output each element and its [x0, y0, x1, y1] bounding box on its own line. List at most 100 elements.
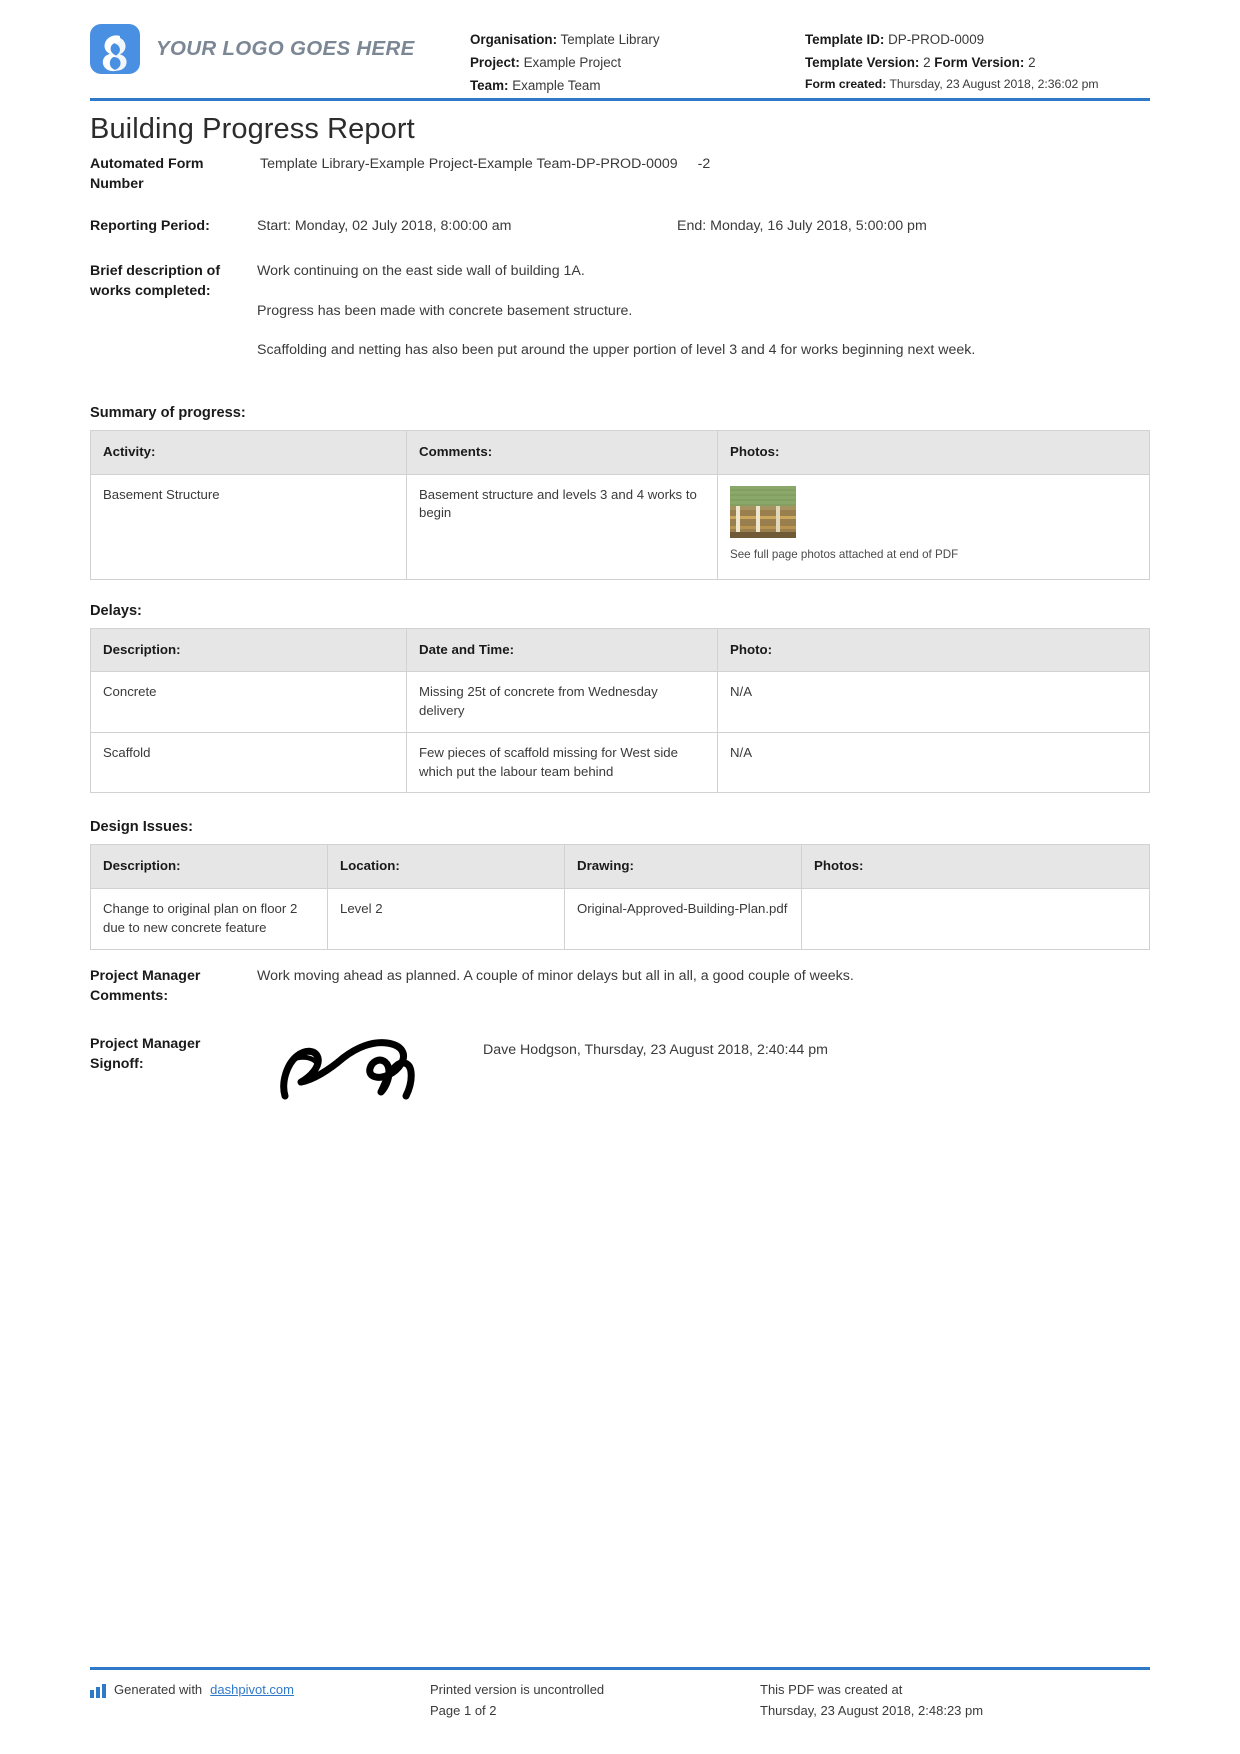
- form-number-suffix: -2: [697, 156, 711, 172]
- meta-team-value: Example Team: [512, 78, 601, 94]
- delays-cell-datetime: Few pieces of scaffold missing for West …: [406, 731, 718, 794]
- page-title: Building Progress Report: [90, 113, 415, 145]
- footer-generated-with: Generated with dashpivot.com: [90, 1680, 430, 1701]
- document-header: YOUR LOGO GOES HERE Organisation: Templa…: [90, 0, 1150, 96]
- meta-template-id-value: DP-PROD-0009: [888, 32, 985, 47]
- signoff-row: Dave Hodgson, Thursday, 23 August 2018, …: [257, 1034, 1150, 1100]
- footer-divider: [90, 1667, 1150, 1671]
- meta-project: Project: Example Project: [470, 51, 805, 74]
- field-pm-comments: Project Manager Comments: Work moving ah…: [90, 966, 1150, 1006]
- meta-team-label: Team:: [470, 78, 509, 94]
- meta-form-version-value: 2: [1028, 55, 1036, 71]
- signature-image: [280, 1039, 415, 1100]
- table-row: Concrete Missing 25t of concrete from We…: [90, 671, 1150, 733]
- field-label-reporting-period: Reporting Period:: [90, 218, 210, 235]
- field-label-form-number: Automated Form Number: [90, 156, 204, 193]
- footer-print-info: Printed version is uncontrolled Page 1 o…: [430, 1680, 760, 1722]
- design-cell-photos: [801, 888, 1150, 950]
- field-value-form-number: Template Library-Example Project-Example…: [255, 154, 1150, 194]
- meta-template-id: Template ID: DP-PROD-0009: [805, 28, 1125, 51]
- summary-table: Activity: Comments: Photos: Basement Str…: [90, 429, 1150, 580]
- design-col-drawing: Drawing:: [564, 844, 802, 890]
- footer-created-label: This PDF was created at: [760, 1682, 903, 1698]
- dashpivot-link[interactable]: dashpivot.com: [210, 1680, 294, 1701]
- logo-text: YOUR LOGO GOES HERE: [156, 37, 415, 60]
- document-page: YOUR LOGO GOES HERE Organisation: Templa…: [0, 0, 1240, 1754]
- delays-col-datetime: Date and Time:: [406, 627, 718, 673]
- field-label-pm-signoff: Project Manager Signoff:: [90, 1036, 201, 1073]
- meta-form-created: Form created: Thursday, 23 August 2018, …: [805, 74, 1125, 95]
- field-value-pm-comments: Work moving ahead as planned. A couple o…: [257, 967, 854, 984]
- bar-chart-icon: [90, 1683, 106, 1698]
- brief-paragraph-2: Progress has been made with concrete bas…: [257, 302, 633, 319]
- meta-form-created-value: Thursday, 23 August 2018, 2:36:02 pm: [889, 77, 1099, 92]
- form-number-text: Template Library-Example Project-Example…: [260, 156, 678, 172]
- footer-created-info: This PDF was created at Thursday, 23 Aug…: [760, 1680, 1150, 1722]
- delays-cell-photo: N/A: [717, 731, 1150, 794]
- table-header-row: Activity: Comments: Photos:: [90, 429, 1150, 475]
- summary-cell-activity: Basement Structure: [90, 473, 407, 580]
- delays-col-photo: Photo:: [717, 627, 1150, 673]
- design-issues-table: Description: Location: Drawing: Photos: …: [90, 844, 1150, 950]
- design-col-description: Description:: [90, 844, 328, 890]
- meta-template-version-value: 2: [923, 55, 931, 71]
- header-divider: [90, 98, 1150, 101]
- footer-uncontrolled: Printed version is uncontrolled: [430, 1682, 605, 1698]
- meta-project-value: Example Project: [523, 55, 622, 71]
- table-header-row: Description: Location: Drawing: Photos:: [90, 844, 1150, 890]
- summary-cell-comments: Basement structure and levels 3 and 4 wo…: [406, 473, 718, 580]
- progress-photo-thumbnail[interactable]: [730, 485, 796, 538]
- field-reporting-period: Reporting Period: Start: Monday, 02 July…: [90, 216, 1150, 237]
- meta-organisation-label: Organisation:: [470, 32, 558, 47]
- delays-col-description: Description:: [90, 627, 407, 673]
- meta-versions: Template Version: 2 Form Version: 2: [805, 51, 1125, 74]
- brief-paragraph-1: Work continuing on the east side wall of…: [257, 262, 585, 279]
- document-footer: Generated with dashpivot.com Printed ver…: [90, 1667, 1150, 1722]
- summary-heading: Summary of progress:: [90, 404, 246, 421]
- meta-organisation-value: Template Library: [560, 32, 660, 47]
- meta-organisation: Organisation: Template Library: [470, 28, 805, 51]
- design-issues-heading: Design Issues:: [90, 819, 194, 836]
- field-pm-signoff: Project Manager Signoff: Dave Hodgson, T…: [90, 1034, 1150, 1100]
- table-row: Basement Structure Basement structure an…: [90, 473, 1150, 580]
- summary-col-photos: Photos:: [717, 429, 1150, 475]
- delays-cell-photo: N/A: [717, 671, 1150, 733]
- field-brief-description: Brief description of works completed: Wo…: [90, 261, 1150, 361]
- summary-cell-photos: See full page photos attached at end of …: [717, 473, 1150, 580]
- field-value-brief-description: Work continuing on the east side wall of…: [255, 261, 1150, 361]
- signoff-name: Dave Hodgson, Thursday, 23 August 2018, …: [483, 1042, 828, 1059]
- design-cell-description: Change to original plan on floor 2 due t…: [90, 888, 328, 950]
- field-automated-form-number: Automated Form Number Template Library-E…: [90, 154, 1150, 194]
- delays-table: Description: Date and Time: Photo: Concr…: [90, 627, 1150, 794]
- table-row: Scaffold Few pieces of scaffold missing …: [90, 731, 1150, 794]
- delays-heading: Delays:: [90, 602, 142, 619]
- meta-form-version-label: Form Version:: [934, 55, 1025, 71]
- photo-caption: See full page photos attached at end of …: [730, 547, 959, 561]
- design-col-photos: Photos:: [801, 844, 1150, 890]
- meta-template-version-label: Template Version:: [805, 55, 920, 71]
- brief-paragraph-3: Scaffolding and netting has also been pu…: [257, 342, 976, 359]
- field-label-pm-comments: Project Manager Comments:: [90, 967, 201, 1004]
- delays-cell-description: Scaffold: [90, 731, 407, 794]
- meta-project-label: Project:: [470, 55, 520, 71]
- summary-col-activity: Activity:: [90, 429, 407, 475]
- meta-form-created-label: Form created:: [805, 77, 887, 92]
- reporting-start: Start: Monday, 02 July 2018, 8:00:00 am: [257, 218, 512, 235]
- company-logo-icon: [90, 24, 140, 74]
- field-label-brief-description: Brief description of works completed:: [90, 262, 221, 300]
- footer-generated-prefix: Generated with: [114, 1682, 203, 1698]
- delays-cell-description: Concrete: [90, 671, 407, 733]
- design-col-location: Location:: [327, 844, 565, 890]
- table-header-row: Description: Date and Time: Photo:: [90, 627, 1150, 673]
- meta-template-id-label: Template ID:: [805, 32, 885, 47]
- header-meta-left: Organisation: Template Library Project: …: [470, 18, 805, 97]
- delays-cell-datetime: Missing 25t of concrete from Wednesday d…: [406, 671, 718, 733]
- reporting-end: End: Monday, 16 July 2018, 5:00:00 pm: [677, 218, 927, 235]
- table-row: Change to original plan on floor 2 due t…: [90, 888, 1150, 950]
- footer-created-value: Thursday, 23 August 2018, 2:48:23 pm: [760, 1703, 984, 1719]
- meta-team: Team: Example Team: [470, 74, 805, 97]
- header-meta-right: Template ID: DP-PROD-0009 Template Versi…: [805, 18, 1125, 95]
- design-cell-drawing: Original-Approved-Building-Plan.pdf: [564, 888, 802, 950]
- logo-block: YOUR LOGO GOES HERE: [90, 18, 470, 74]
- design-cell-location: Level 2: [327, 888, 565, 950]
